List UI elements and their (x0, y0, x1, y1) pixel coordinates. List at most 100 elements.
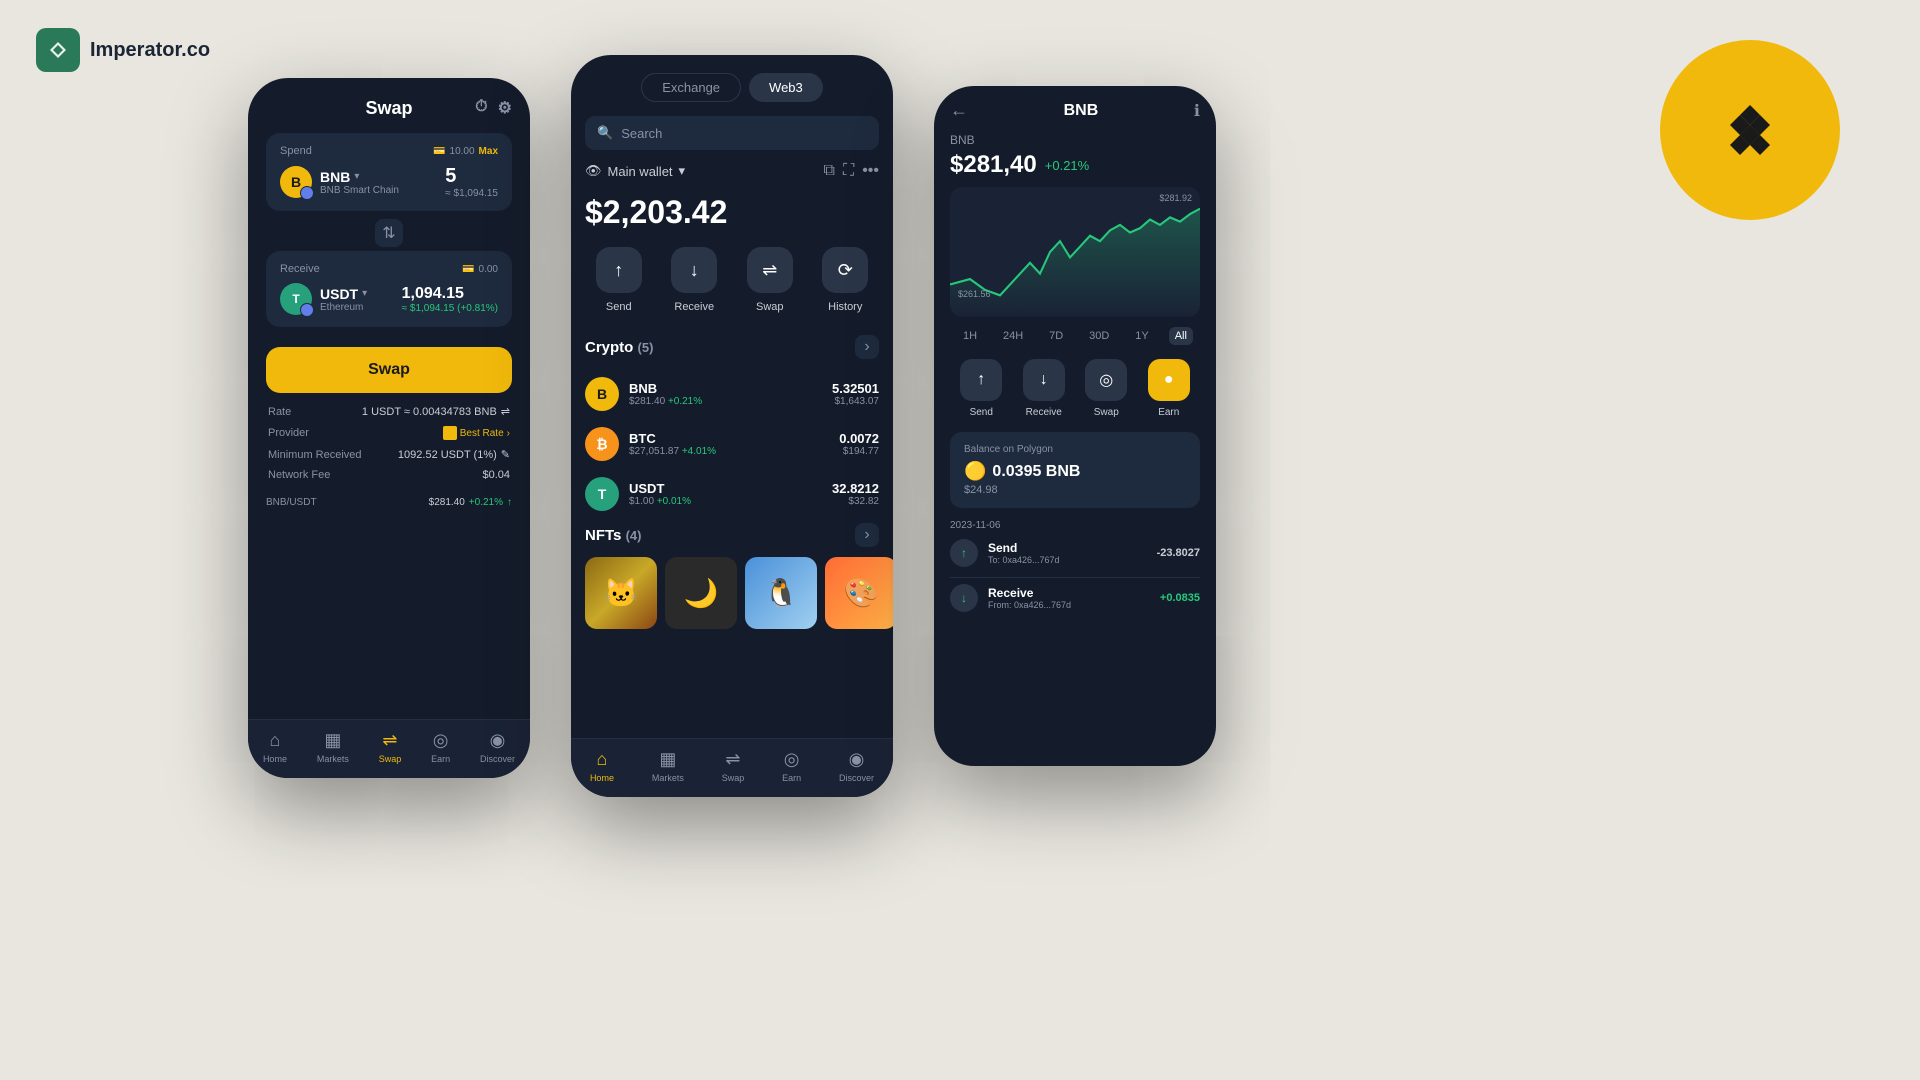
more-icon[interactable]: ••• (862, 162, 879, 180)
trading-pair: BNB/USDT (266, 497, 317, 508)
nav-home[interactable]: ⌂ Home (263, 730, 287, 764)
center-nav-swap[interactable]: ⇌ Swap (722, 749, 745, 783)
bnb-price-info: $281.40 +0.21% (629, 396, 702, 407)
tab-row: Exchange Web3 (571, 55, 893, 116)
polygon-usd-value: $24.98 (964, 484, 1186, 496)
receive-action[interactable]: ↓ Receive (671, 247, 717, 313)
nav-discover[interactable]: ◉ Discover (480, 730, 515, 764)
crypto-usdt[interactable]: T USDT $1.00 +0.01% 32.8212 $32.82 (571, 469, 893, 519)
usdt-details: USDT $1.00 +0.01% (629, 481, 691, 507)
center-nav-earn[interactable]: ◎ Earn (782, 749, 801, 783)
right-earn-action[interactable]: ● Earn (1148, 359, 1190, 418)
network-fee-value: $0.04 (482, 469, 510, 481)
center-nav-markets[interactable]: ▦ Markets (652, 749, 684, 783)
swap-circle: ⇌ (747, 247, 793, 293)
earn-icon: ◎ (433, 730, 449, 751)
rate-label: Rate (268, 406, 291, 418)
min-received-label: Minimum Received (268, 449, 362, 461)
history-action[interactable]: ⟳ History (822, 247, 868, 313)
copy-icon[interactable]: ⧉ (824, 162, 835, 180)
right-phone-title: BNB (1064, 102, 1099, 120)
eye-icon: 👁 (585, 163, 602, 179)
swap-button[interactable]: Swap (266, 347, 512, 393)
markets-icon: ▦ (324, 730, 341, 751)
spend-amount[interactable]: 5 (445, 165, 498, 188)
btc-left: ₿ BTC $27,051.87 +4.01% (585, 427, 716, 461)
receive-token-name: USDT (320, 286, 358, 302)
nft-chevron[interactable]: › (855, 523, 879, 547)
balance-icon: 💳 (433, 146, 445, 157)
tab-exchange[interactable]: Exchange (641, 73, 741, 102)
swap-title-text: Swap (365, 98, 412, 118)
crypto-btc[interactable]: ₿ BTC $27,051.87 +4.01% 0.0072 $194.77 (571, 419, 893, 469)
wallet-chevron[interactable]: ▾ (679, 163, 686, 179)
back-button[interactable]: ← (950, 100, 968, 121)
asset-name: BNB (950, 133, 1200, 147)
crypto-chevron[interactable]: › (855, 335, 879, 359)
nft-4[interactable] (825, 557, 893, 629)
spend-balance: 💳 10.00 Max (433, 146, 498, 157)
wallet-name[interactable]: Main wallet (608, 164, 673, 179)
tf-24h[interactable]: 24H (997, 327, 1029, 345)
right-swap-action[interactable]: ◎ Swap (1085, 359, 1127, 418)
right-send-action[interactable]: ↑ Send (960, 359, 1002, 418)
center-discover-label: Discover (839, 773, 874, 783)
receive-balance: 💳 0.00 (462, 264, 498, 275)
tx-send[interactable]: ↑ Send To: 0xa426...767d -23.8027 (950, 539, 1200, 567)
history-icon[interactable]: ⏱ (475, 98, 487, 118)
best-rate-value[interactable]: ◆ Best Rate › (443, 426, 510, 440)
right-receive-action[interactable]: ↓ Receive (1023, 359, 1065, 418)
right-swap-circle: ◎ (1085, 359, 1127, 401)
expand-icon[interactable]: ⛶ (843, 162, 854, 180)
bnb-details: BNB $281.40 +0.21% (629, 381, 702, 407)
swap-title-icons: ⏱ ⚙ (475, 98, 512, 118)
center-nav-discover[interactable]: ◉ Discover (839, 749, 874, 783)
crypto-title-text: Crypto (585, 339, 633, 356)
polygon-balance: Balance on Polygon 🟡 0.0395 BNB $24.98 (950, 432, 1200, 508)
crypto-title: Crypto (5) (585, 339, 653, 356)
asset-price-change: +0.21% (1045, 158, 1089, 173)
min-received-row: Minimum Received 1092.52 USDT (1%) ✎ (268, 448, 510, 461)
wallet-balance: $2,203.42 (571, 190, 893, 247)
max-button[interactable]: Max (479, 146, 498, 157)
tx-receive[interactable]: ↓ Receive From: 0xa426...767d +0.0835 (950, 584, 1200, 612)
receive-chain: Ethereum (320, 302, 367, 313)
spend-token-chevron[interactable]: ▾ (354, 171, 359, 182)
tf-1h[interactable]: 1H (957, 327, 983, 345)
tf-all[interactable]: All (1169, 327, 1193, 345)
receive-balance-value: 0.00 (479, 264, 498, 275)
swap-action[interactable]: ⇌ Swap (747, 247, 793, 313)
send-circle: ↑ (596, 247, 642, 293)
btc-details: BTC $27,051.87 +4.01% (629, 431, 716, 457)
spend-token-row: B BNB ▾ BNB Smart Chain 5 ≈ $1,094.15 (280, 165, 498, 199)
nav-earn[interactable]: ◎ Earn (431, 730, 450, 764)
receive-amount-group: 1,094.15 ≈ $1,094.15 (+0.81%) (402, 285, 498, 314)
tf-1y[interactable]: 1Y (1129, 327, 1154, 345)
crypto-bnb[interactable]: B BNB $281.40 +0.21% 5.32501 $1,643.07 (571, 369, 893, 419)
tf-30d[interactable]: 30D (1083, 327, 1115, 345)
spend-section: Spend 💳 10.00 Max B BNB ▾ (266, 133, 512, 211)
nav-markets[interactable]: ▦ Markets (317, 730, 349, 764)
nft-3[interactable] (745, 557, 817, 629)
search-placeholder: Search (621, 126, 662, 141)
send-action[interactable]: ↑ Send (596, 247, 642, 313)
tab-web3[interactable]: Web3 (749, 73, 823, 102)
receive-token-chevron[interactable]: ▾ (362, 288, 367, 299)
swap-direction-button[interactable]: ⇅ (375, 219, 403, 247)
min-received-edit[interactable]: ✎ (501, 448, 510, 461)
search-bar[interactable]: 🔍 Search (585, 116, 879, 150)
nav-swap-active[interactable]: ⇌ Swap (379, 730, 402, 764)
provider-label: Provider (268, 427, 309, 439)
receive-label-text: Receive (280, 263, 320, 275)
center-action-row: ↑ Send ↓ Receive ⇌ Swap ⟳ History (571, 247, 893, 331)
center-nav-home[interactable]: ⌂ Home (590, 749, 614, 783)
settings-icon[interactable]: ⚙ (498, 98, 512, 118)
info-button[interactable]: ℹ (1194, 101, 1200, 121)
rate-value-text: 1 USDT ≈ 0.00434783 BNB (362, 406, 497, 418)
nft-1[interactable] (585, 557, 657, 629)
receive-token-row: T USDT ▾ Ethereum 1,094.15 ≈ $1,094.15 (… (280, 283, 498, 315)
tf-7d[interactable]: 7D (1043, 327, 1069, 345)
center-swap-icon: ⇌ (725, 749, 740, 770)
nft-2[interactable] (665, 557, 737, 629)
right-receive-label: Receive (1026, 407, 1062, 418)
